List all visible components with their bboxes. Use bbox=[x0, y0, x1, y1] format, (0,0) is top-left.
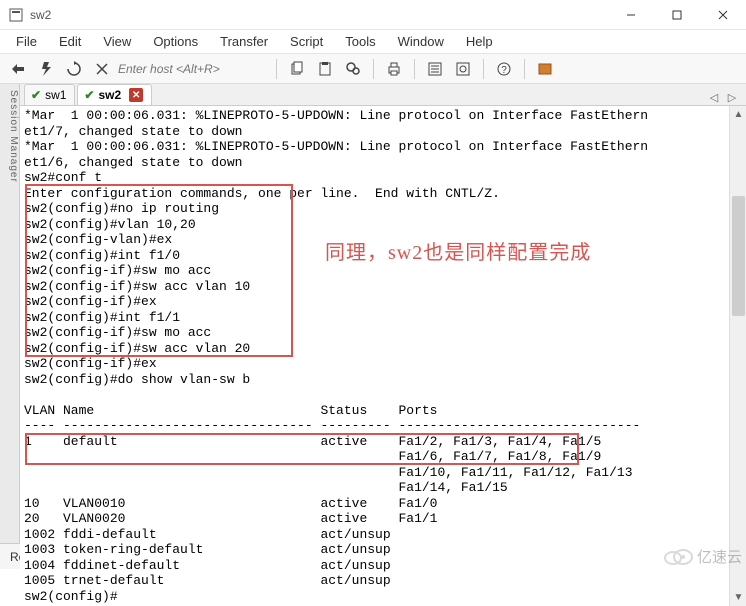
tab-sw1[interactable]: ✔ sw1 bbox=[24, 84, 75, 105]
menu-view[interactable]: View bbox=[93, 31, 141, 52]
menu-edit[interactable]: Edit bbox=[49, 31, 91, 52]
properties-icon[interactable] bbox=[423, 57, 447, 81]
new-tab-icon[interactable] bbox=[533, 57, 557, 81]
terminal-output[interactable]: *Mar 1 00:00:06.031: %LINEPROTO-5-UPDOWN… bbox=[20, 106, 729, 606]
title-bar: sw2 bbox=[0, 0, 746, 30]
content-panel: ✔ sw1 ✔ sw2 ✕ ◁ ▷ *Mar 1 00:00:06.031: %… bbox=[20, 84, 746, 543]
menu-transfer[interactable]: Transfer bbox=[210, 31, 278, 52]
maximize-button[interactable] bbox=[654, 0, 700, 30]
tab-next-icon[interactable]: ▷ bbox=[724, 89, 740, 105]
quick-connect-icon[interactable] bbox=[34, 57, 58, 81]
terminal-wrap: *Mar 1 00:00:06.031: %LINEPROTO-5-UPDOWN… bbox=[20, 106, 746, 606]
toolbar-separator bbox=[373, 59, 374, 79]
menu-tools[interactable]: Tools bbox=[335, 31, 385, 52]
close-tab-icon[interactable]: ✕ bbox=[129, 88, 143, 102]
session-options-icon[interactable] bbox=[451, 57, 475, 81]
menu-bar: File Edit View Options Transfer Script T… bbox=[0, 30, 746, 54]
scrollbar[interactable]: ▲ ▼ bbox=[729, 106, 746, 606]
window-title: sw2 bbox=[30, 8, 51, 22]
minimize-button[interactable] bbox=[608, 0, 654, 30]
tab-navigation: ◁ ▷ bbox=[706, 89, 746, 105]
session-manager-panel[interactable]: Session Manager bbox=[0, 84, 20, 543]
menu-window[interactable]: Window bbox=[388, 31, 454, 52]
window-controls bbox=[608, 0, 746, 30]
paste-icon[interactable] bbox=[313, 57, 337, 81]
find-icon[interactable] bbox=[341, 57, 365, 81]
toolbar-separator bbox=[414, 59, 415, 79]
host-input[interactable] bbox=[118, 59, 268, 79]
toolbar-separator bbox=[276, 59, 277, 79]
tab-bar: ✔ sw1 ✔ sw2 ✕ ◁ ▷ bbox=[20, 84, 746, 106]
scroll-down-icon[interactable]: ▼ bbox=[730, 589, 746, 606]
toolbar-separator bbox=[524, 59, 525, 79]
watermark: 亿速云 bbox=[663, 546, 742, 567]
menu-options[interactable]: Options bbox=[143, 31, 208, 52]
disconnect-icon[interactable] bbox=[90, 57, 114, 81]
close-button[interactable] bbox=[700, 0, 746, 30]
help-icon[interactable]: ? bbox=[492, 57, 516, 81]
reconnect-icon[interactable] bbox=[62, 57, 86, 81]
app-icon bbox=[8, 7, 24, 23]
svg-text:?: ? bbox=[501, 65, 507, 76]
tab-label: sw2 bbox=[98, 88, 121, 102]
watermark-text: 亿速云 bbox=[697, 546, 742, 567]
menu-help[interactable]: Help bbox=[456, 31, 503, 52]
tab-sw2[interactable]: ✔ sw2 ✕ bbox=[77, 84, 152, 105]
main-area: Session Manager ✔ sw1 ✔ sw2 ✕ ◁ ▷ *Mar 1… bbox=[0, 84, 746, 543]
scroll-up-icon[interactable]: ▲ bbox=[730, 106, 746, 123]
copy-icon[interactable] bbox=[285, 57, 309, 81]
menu-file[interactable]: File bbox=[6, 31, 47, 52]
menu-script[interactable]: Script bbox=[280, 31, 333, 52]
check-icon: ✔ bbox=[31, 88, 41, 102]
toolbar: ? bbox=[0, 54, 746, 84]
toolbar-separator bbox=[483, 59, 484, 79]
tab-label: sw1 bbox=[45, 88, 66, 102]
scroll-thumb[interactable] bbox=[732, 196, 745, 316]
tab-prev-icon[interactable]: ◁ bbox=[706, 89, 722, 105]
check-icon: ✔ bbox=[84, 88, 94, 102]
print-icon[interactable] bbox=[382, 57, 406, 81]
connect-icon[interactable] bbox=[6, 57, 30, 81]
